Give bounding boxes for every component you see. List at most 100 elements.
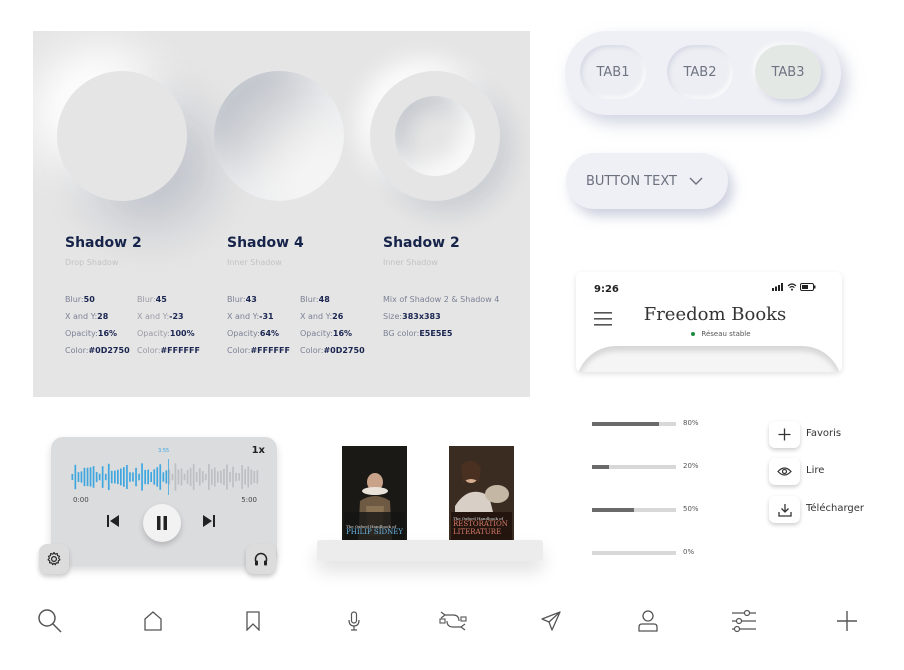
waveform-bar bbox=[192, 464, 195, 490]
tab-1[interactable]: TAB1 bbox=[580, 45, 646, 99]
nav-bookmark[interactable] bbox=[239, 607, 267, 635]
dropdown-button[interactable]: BUTTON TEXT bbox=[566, 153, 728, 209]
shadow-subtitle: Inner Shadow bbox=[383, 258, 438, 267]
microphone-icon bbox=[348, 611, 360, 631]
download-label[interactable]: Télécharger bbox=[806, 503, 864, 514]
waveform-bar bbox=[95, 472, 98, 483]
pause-icon bbox=[157, 516, 167, 530]
waveform-bar bbox=[144, 469, 146, 485]
nav-send[interactable] bbox=[537, 607, 565, 635]
favorite-label[interactable]: Favoris bbox=[806, 428, 841, 439]
waveform-bar bbox=[153, 469, 156, 485]
plus-icon bbox=[837, 611, 857, 631]
waveform-bar bbox=[117, 469, 119, 485]
settings-button[interactable] bbox=[39, 544, 69, 574]
search-icon bbox=[38, 609, 62, 633]
battery-icon bbox=[800, 283, 816, 291]
waveform-bar bbox=[80, 471, 83, 483]
book-cover[interactable]: The Oxford Handbook of RESTORATION LITER… bbox=[449, 446, 514, 541]
waveform-bar bbox=[123, 467, 125, 487]
progress-label: 50% bbox=[683, 505, 699, 513]
waveform-bar bbox=[89, 467, 92, 487]
skip-forward-icon[interactable] bbox=[202, 514, 216, 528]
waveform-bar bbox=[211, 469, 213, 485]
skip-back-icon[interactable] bbox=[106, 514, 120, 528]
progress-label: 0% bbox=[683, 548, 695, 556]
waveform-bar bbox=[250, 469, 253, 485]
waveform-bar bbox=[217, 471, 219, 483]
nav-home[interactable] bbox=[139, 607, 167, 635]
progress-fill bbox=[592, 422, 660, 426]
bookshelf bbox=[317, 540, 543, 561]
headphones-button[interactable] bbox=[246, 544, 276, 574]
waveform-bar bbox=[238, 473, 240, 481]
waveform-bar bbox=[107, 463, 110, 491]
waveform-bar bbox=[162, 472, 165, 482]
book-title-block: The Oxford Handbook of PHILIP SIDNEY bbox=[346, 523, 403, 536]
download-button[interactable] bbox=[769, 496, 800, 523]
nav-filters[interactable] bbox=[730, 607, 758, 635]
book-cover[interactable]: The Oxford Handbook of PHILIP SIDNEY bbox=[342, 446, 407, 541]
read-label[interactable]: Lire bbox=[806, 465, 824, 476]
shadow-specs-panel: Shadow 2 Drop Shadow Blur:50 X and Y:28 … bbox=[33, 31, 530, 397]
waveform-bar bbox=[195, 472, 198, 482]
start-time: 0:00 bbox=[73, 496, 89, 504]
nav-search[interactable] bbox=[36, 607, 64, 635]
app-title: Freedom Books bbox=[643, 304, 787, 325]
playhead-line[interactable] bbox=[168, 459, 169, 495]
favorite-button[interactable] bbox=[769, 421, 800, 448]
tab-2[interactable]: TAB2 bbox=[667, 45, 733, 99]
playback-speed[interactable]: 1x bbox=[252, 445, 265, 456]
waveform-bar bbox=[110, 470, 113, 484]
exchange-icon bbox=[439, 611, 467, 631]
waveform-bar bbox=[120, 468, 122, 486]
waveform-bar bbox=[159, 464, 162, 490]
phone-app-header: 9:26 Freedom Books Réseau stable bbox=[576, 272, 842, 372]
waveform-bar bbox=[86, 467, 89, 487]
read-button[interactable] bbox=[769, 458, 800, 485]
waveform-bar bbox=[247, 466, 250, 488]
shadow-title: Shadow 2 bbox=[383, 235, 460, 251]
end-time: 5:00 bbox=[241, 496, 257, 504]
waveform-bar bbox=[214, 467, 216, 487]
shadow-spec-list: Blur:43 X and Y:-31 Opacity:64% Color:#F… bbox=[227, 295, 290, 355]
nav-exchange[interactable] bbox=[439, 607, 467, 635]
waveform-bar bbox=[141, 463, 143, 491]
progress-bar bbox=[592, 422, 676, 426]
shadow-title: Shadow 2 bbox=[65, 235, 142, 251]
nav-profile[interactable] bbox=[634, 607, 662, 635]
waveform-bar bbox=[135, 467, 137, 487]
status-icons bbox=[772, 283, 816, 291]
waveform-bar bbox=[104, 473, 107, 481]
progress-label: 20% bbox=[683, 462, 699, 470]
nav-microphone[interactable] bbox=[340, 607, 368, 635]
shadow-spec-list: Blur:48 X and Y:26 Opacity:16% Color:#0D… bbox=[300, 295, 365, 355]
audio-player: 3:55 1x 0:00 5:00 bbox=[51, 437, 277, 566]
waveform[interactable] bbox=[71, 459, 259, 495]
waveform-bar bbox=[98, 473, 101, 481]
nav-add[interactable] bbox=[833, 607, 861, 635]
mixed-shadow-circle bbox=[370, 71, 500, 201]
waveform-bar bbox=[150, 472, 152, 482]
progress-label: 80% bbox=[683, 419, 699, 427]
status-time: 9:26 bbox=[594, 284, 619, 295]
waveform-bar bbox=[147, 469, 149, 485]
plus-icon bbox=[778, 428, 791, 441]
header-curve bbox=[576, 346, 842, 372]
waveform-bar bbox=[74, 464, 77, 490]
waveform-bar bbox=[177, 469, 180, 485]
waveform-bar bbox=[232, 466, 234, 488]
waveform-bar bbox=[183, 473, 186, 481]
shadow-spec-list: Blur:50 X and Y:28 Opacity:16% Color:#0D… bbox=[65, 295, 130, 355]
waveform-bar bbox=[132, 472, 134, 482]
pause-button[interactable] bbox=[143, 504, 181, 542]
download-icon bbox=[777, 503, 792, 517]
sliders-icon bbox=[732, 609, 756, 633]
tab-3[interactable]: TAB3 bbox=[755, 45, 821, 99]
dropdown-button-label: BUTTON TEXT bbox=[586, 173, 677, 189]
waveform-bar bbox=[201, 471, 204, 483]
status-dot bbox=[691, 332, 696, 336]
book-title-block: The Oxford Handbook of RESTORATION LITER… bbox=[453, 516, 508, 536]
drop-shadow-circle bbox=[57, 71, 187, 201]
tab-bar: TAB1 TAB2 TAB3 bbox=[565, 31, 841, 115]
